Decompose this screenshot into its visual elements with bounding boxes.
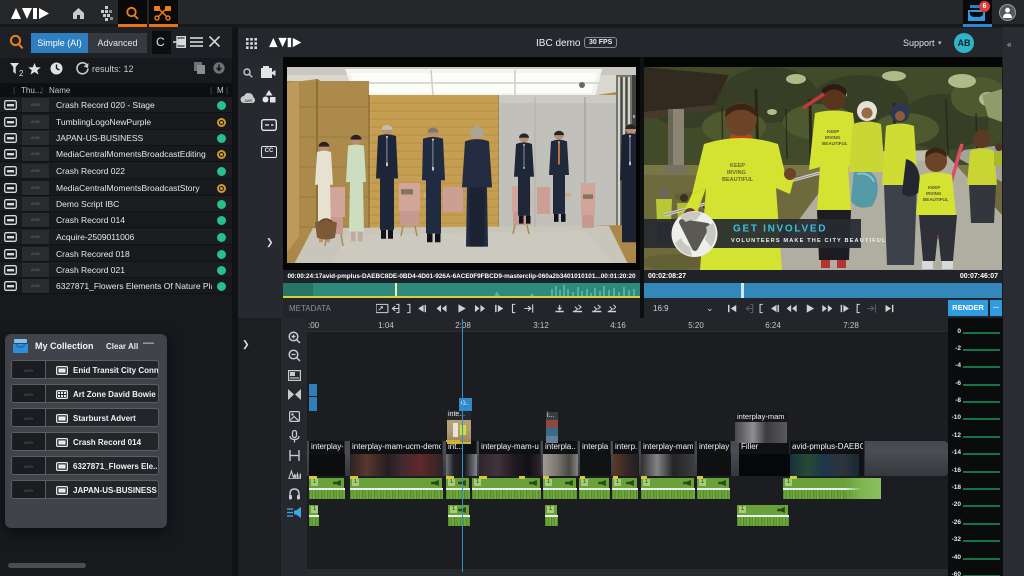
svg-text:KEEP: KEEP bbox=[928, 185, 940, 190]
svg-text:KEEP: KEEP bbox=[730, 163, 745, 169]
svg-text:GET INVOLVED: GET INVOLVED bbox=[733, 224, 827, 235]
svg-text:KEEP: KEEP bbox=[827, 129, 839, 134]
svg-text:IRVING: IRVING bbox=[825, 135, 841, 140]
svg-text:BEAUTIFUL: BEAUTIFUL bbox=[822, 141, 848, 146]
svg-text:2: 2 bbox=[19, 69, 24, 76]
svg-text:AWS: AWS bbox=[245, 99, 254, 103]
svg-text:BEAUTIFUL: BEAUTIFUL bbox=[923, 197, 949, 202]
svg-text:IRVING: IRVING bbox=[926, 191, 942, 196]
svg-text:VOLUNTEERS MAKE THE CITY BEAUT: VOLUNTEERS MAKE THE CITY BEAUTIFUL bbox=[731, 238, 887, 244]
svg-text:BEAUTIFUL: BEAUTIFUL bbox=[722, 177, 754, 183]
svg-text:IRVING: IRVING bbox=[727, 170, 746, 176]
